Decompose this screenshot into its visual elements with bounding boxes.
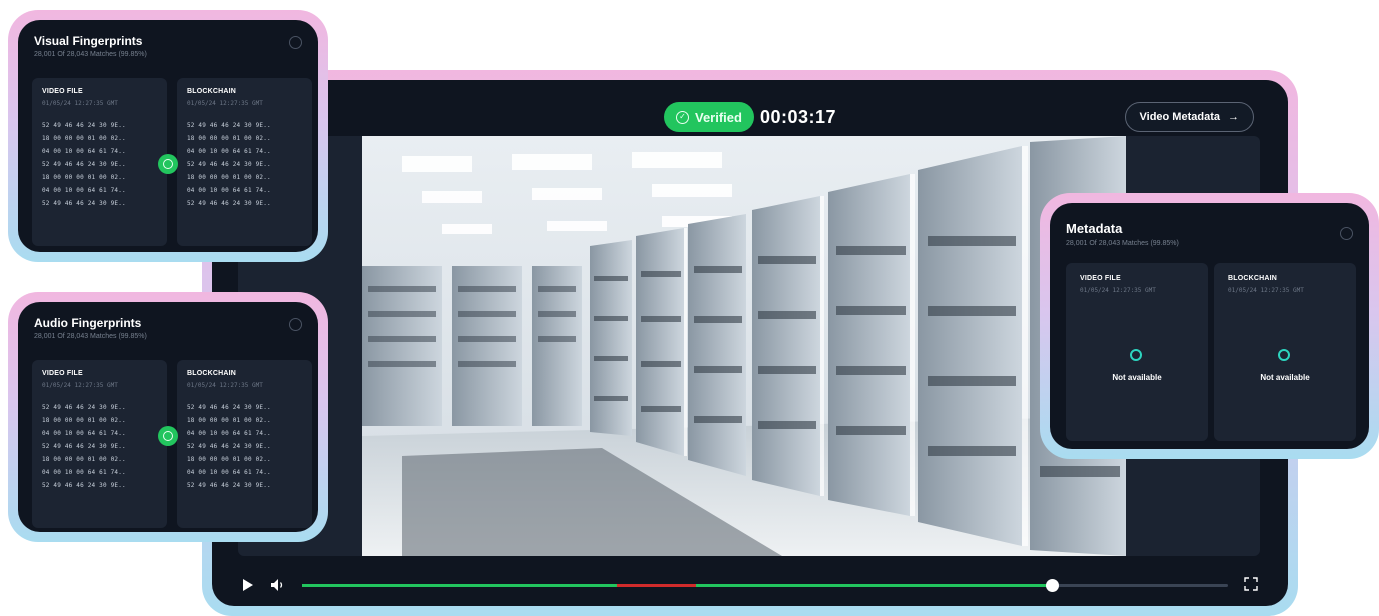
card-subtitle: 28,001 Of 28,043 Matches (99.85%) — [1066, 240, 1179, 247]
progress-played-segment — [302, 584, 617, 587]
metadata-card: Metadata 28,001 Of 28,043 Matches (99.85… — [1050, 203, 1369, 449]
hex-list: 52 49 46 46 24 30 9E.. 18 00 00 00 01 00… — [187, 401, 302, 492]
hex-list: 52 49 46 46 24 30 9E.. 18 00 00 00 01 00… — [42, 119, 157, 210]
volume-icon[interactable] — [270, 578, 286, 592]
video-metadata-button[interactable]: Video Metadata → — [1124, 102, 1254, 132]
visual-fingerprints-card: Visual Fingerprints 28,001 Of 28,043 Mat… — [18, 20, 318, 252]
hex-row: 18 00 00 00 01 00 02.. — [42, 135, 126, 142]
hex-row: 52 49 46 46 24 30 9E.. — [42, 404, 126, 411]
hex-row: 18 00 00 00 01 00 02.. — [42, 174, 126, 181]
hex-row: 52 49 46 46 24 30 9E.. — [42, 161, 126, 168]
unavailable-icon — [1130, 349, 1142, 361]
video-metadata-label: Video Metadata — [1139, 111, 1221, 123]
column-timestamp: 01/05/24 12:27:35 GMT — [187, 100, 263, 107]
hex-row: 04 00 10 00 64 61 74.. — [42, 430, 126, 437]
timecode: 00:03:17 — [760, 107, 837, 127]
verified-badge: ✓ Verified — [664, 102, 754, 132]
column-timestamp: 01/05/24 12:27:35 GMT — [42, 100, 118, 107]
hex-row: 18 00 00 00 01 00 02.. — [42, 456, 126, 463]
blockchain-column: BLOCKCHAIN 01/05/24 12:27:35 GMT 52 49 4… — [177, 360, 312, 528]
info-icon[interactable] — [289, 36, 302, 49]
player-topbar: ✓ Verified 00:03:17 Video Metadata → — [212, 98, 1288, 132]
audio-fingerprints-card: Audio Fingerprints 28,001 Of 28,043 Matc… — [18, 302, 318, 532]
column-header: BLOCKCHAIN — [187, 88, 237, 95]
hex-row: 52 49 46 46 24 30 9E.. — [187, 200, 271, 207]
hex-row: 04 00 10 00 64 61 74.. — [187, 469, 271, 476]
hex-row: 52 49 46 46 24 30 9E.. — [187, 122, 271, 129]
hex-row: 04 00 10 00 64 61 74.. — [42, 148, 126, 155]
card-subtitle: 28,001 Of 28,043 Matches (99.85%) — [34, 333, 147, 340]
card-subtitle: 28,001 Of 28,043 Matches (99.85%) — [34, 51, 147, 58]
card-title: Audio Fingerprints — [34, 316, 142, 330]
column-timestamp: 01/05/24 12:27:35 GMT — [1228, 287, 1304, 294]
check-circle-icon: ✓ — [676, 110, 689, 124]
progress-alert-segment — [616, 584, 696, 587]
status-text: Not available — [1260, 373, 1310, 382]
hex-list: 52 49 46 46 24 30 9E.. 18 00 00 00 01 00… — [187, 119, 302, 210]
arrow-right-icon: → — [1228, 111, 1239, 123]
hex-row: 04 00 10 00 64 61 74.. — [187, 187, 271, 194]
hex-row: 52 49 46 46 24 30 9E.. — [42, 122, 126, 129]
hex-row: 18 00 00 00 01 00 02.. — [187, 135, 271, 142]
column-header: BLOCKCHAIN — [1228, 275, 1278, 282]
audio-fingerprints-frame: Audio Fingerprints 28,001 Of 28,043 Matc… — [8, 292, 328, 542]
hex-row: 18 00 00 00 01 00 02.. — [187, 174, 271, 181]
hex-row: 52 49 46 46 24 30 9E.. — [187, 443, 271, 450]
column-header: VIDEO FILE — [42, 88, 83, 95]
unavailable-icon — [1278, 349, 1290, 361]
video-file-column: VIDEO FILE 01/05/24 12:27:35 GMT 52 49 4… — [32, 78, 167, 246]
card-title: Visual Fingerprints — [34, 34, 143, 48]
column-header: VIDEO FILE — [42, 370, 83, 377]
hex-row: 52 49 46 46 24 30 9E.. — [187, 404, 271, 411]
column-timestamp: 01/05/24 12:27:35 GMT — [1080, 287, 1156, 294]
column-timestamp: 01/05/24 12:27:35 GMT — [42, 382, 118, 389]
hex-row: 04 00 10 00 64 61 74.. — [42, 469, 126, 476]
column-header: VIDEO FILE — [1080, 275, 1121, 282]
progress-track[interactable] — [302, 579, 1228, 592]
info-icon[interactable] — [1340, 227, 1353, 240]
video-file-column: VIDEO FILE 01/05/24 12:27:35 GMT Not ava… — [1066, 263, 1208, 441]
column-header: BLOCKCHAIN — [187, 370, 237, 377]
hex-row: 04 00 10 00 64 61 74.. — [42, 187, 126, 194]
hex-row: 52 49 46 46 24 30 9E.. — [187, 161, 271, 168]
status-text: Not available — [1112, 373, 1162, 382]
hex-row: 18 00 00 00 01 00 02.. — [42, 417, 126, 424]
verified-label: Verified — [695, 109, 742, 125]
metadata-frame: Metadata 28,001 Of 28,043 Matches (99.85… — [1040, 193, 1379, 459]
server-room-image — [362, 136, 1126, 556]
visual-fingerprints-frame: Visual Fingerprints 28,001 Of 28,043 Mat… — [8, 10, 328, 262]
play-icon[interactable] — [242, 578, 254, 592]
hex-row: 52 49 46 46 24 30 9E.. — [187, 482, 271, 489]
hex-row: 18 00 00 00 01 00 02.. — [187, 417, 271, 424]
hex-row: 18 00 00 00 01 00 02.. — [187, 456, 271, 463]
video-file-column: VIDEO FILE 01/05/24 12:27:35 GMT 52 49 4… — [32, 360, 167, 528]
hex-row: 52 49 46 46 24 30 9E.. — [42, 200, 126, 207]
blockchain-column: BLOCKCHAIN 01/05/24 12:27:35 GMT 52 49 4… — [177, 78, 312, 246]
hex-list: 52 49 46 46 24 30 9E.. 18 00 00 00 01 00… — [42, 401, 157, 492]
column-timestamp: 01/05/24 12:27:35 GMT — [187, 382, 263, 389]
hex-row: 52 49 46 46 24 30 9E.. — [42, 443, 126, 450]
hex-row: 04 00 10 00 64 61 74.. — [187, 148, 271, 155]
hex-row: 52 49 46 46 24 30 9E.. — [42, 482, 126, 489]
video-frame[interactable] — [362, 136, 1126, 556]
match-check-icon — [158, 426, 178, 446]
info-icon[interactable] — [289, 318, 302, 331]
player-controls — [242, 574, 1258, 596]
blockchain-column: BLOCKCHAIN 01/05/24 12:27:35 GMT Not ava… — [1214, 263, 1356, 441]
progress-scrubber-handle[interactable] — [1046, 579, 1060, 592]
hex-row: 04 00 10 00 64 61 74.. — [187, 430, 271, 437]
match-check-icon — [158, 154, 178, 174]
progress-played-segment — [695, 584, 1053, 587]
card-title: Metadata — [1066, 221, 1123, 236]
fullscreen-icon[interactable] — [1244, 577, 1258, 591]
